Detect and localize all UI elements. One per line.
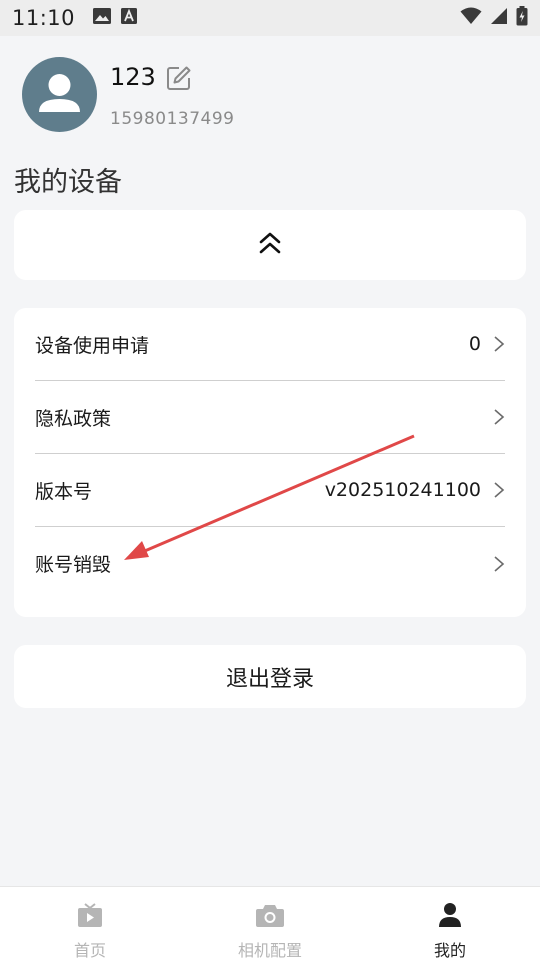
tab-home[interactable]: 首页 bbox=[0, 887, 180, 960]
menu-item-value: 0 bbox=[468, 333, 481, 355]
logout-button[interactable]: 退出登录 bbox=[14, 645, 526, 708]
menu-item-version[interactable]: 版本号 v202510241100 bbox=[35, 454, 505, 527]
menu-item-label: 设备使用申请 bbox=[35, 334, 150, 357]
status-right-icons bbox=[460, 6, 528, 30]
device-card[interactable] bbox=[14, 210, 526, 280]
battery-charging-icon bbox=[516, 6, 528, 30]
person-icon bbox=[438, 902, 462, 928]
chevron-right-icon bbox=[494, 336, 505, 352]
tab-camera-config[interactable]: 相机配置 bbox=[180, 887, 360, 960]
chevron-right-icon bbox=[494, 409, 505, 425]
logout-label: 退出登录 bbox=[225, 666, 314, 692]
double-chevron-up-icon[interactable] bbox=[258, 231, 282, 259]
status-time: 11:10 bbox=[12, 6, 76, 30]
camera-icon bbox=[255, 902, 285, 928]
menu-item-device-usage-request[interactable]: 设备使用申请 0 bbox=[35, 308, 505, 381]
status-bar: 11:10 bbox=[0, 0, 540, 36]
menu-item-label: 账号销毁 bbox=[35, 554, 112, 576]
chevron-right-icon bbox=[494, 482, 505, 498]
tab-label: 相机配置 bbox=[237, 941, 302, 960]
section-title-my-devices: 我的设备 bbox=[14, 167, 122, 198]
signal-icon bbox=[490, 7, 508, 29]
menu-item-label: 隐私政策 bbox=[35, 407, 112, 430]
image-icon bbox=[93, 8, 112, 28]
username: 123 bbox=[110, 63, 156, 91]
app-screen: 11:10 123 15980137499 我的设备 设备使用申请 0 隐私政策… bbox=[0, 0, 540, 960]
tab-label: 我的 bbox=[433, 941, 466, 960]
settings-menu: 设备使用申请 0 隐私政策 版本号 v202510241100 账号销毁 bbox=[14, 308, 526, 617]
menu-item-delete-account[interactable]: 账号销毁 bbox=[35, 527, 505, 600]
menu-item-privacy-policy[interactable]: 隐私政策 bbox=[35, 381, 505, 454]
edit-icon[interactable] bbox=[166, 65, 192, 95]
tv-icon bbox=[77, 902, 103, 928]
person-avatar-icon bbox=[39, 74, 80, 112]
menu-item-value: v202510241100 bbox=[324, 479, 481, 501]
tab-label: 首页 bbox=[73, 941, 106, 960]
status-left-icons bbox=[93, 8, 138, 28]
text-a-icon bbox=[121, 8, 138, 28]
profile-header: 123 15980137499 bbox=[22, 57, 522, 133]
chevron-right-icon bbox=[494, 555, 505, 572]
menu-item-label: 版本号 bbox=[35, 480, 93, 503]
tab-mine[interactable]: 我的 bbox=[360, 887, 540, 960]
phone-number: 15980137499 bbox=[110, 109, 235, 129]
bottom-nav: 首页 相机配置 我的 bbox=[0, 886, 540, 960]
avatar[interactable] bbox=[22, 57, 97, 132]
wifi-icon bbox=[460, 7, 482, 29]
